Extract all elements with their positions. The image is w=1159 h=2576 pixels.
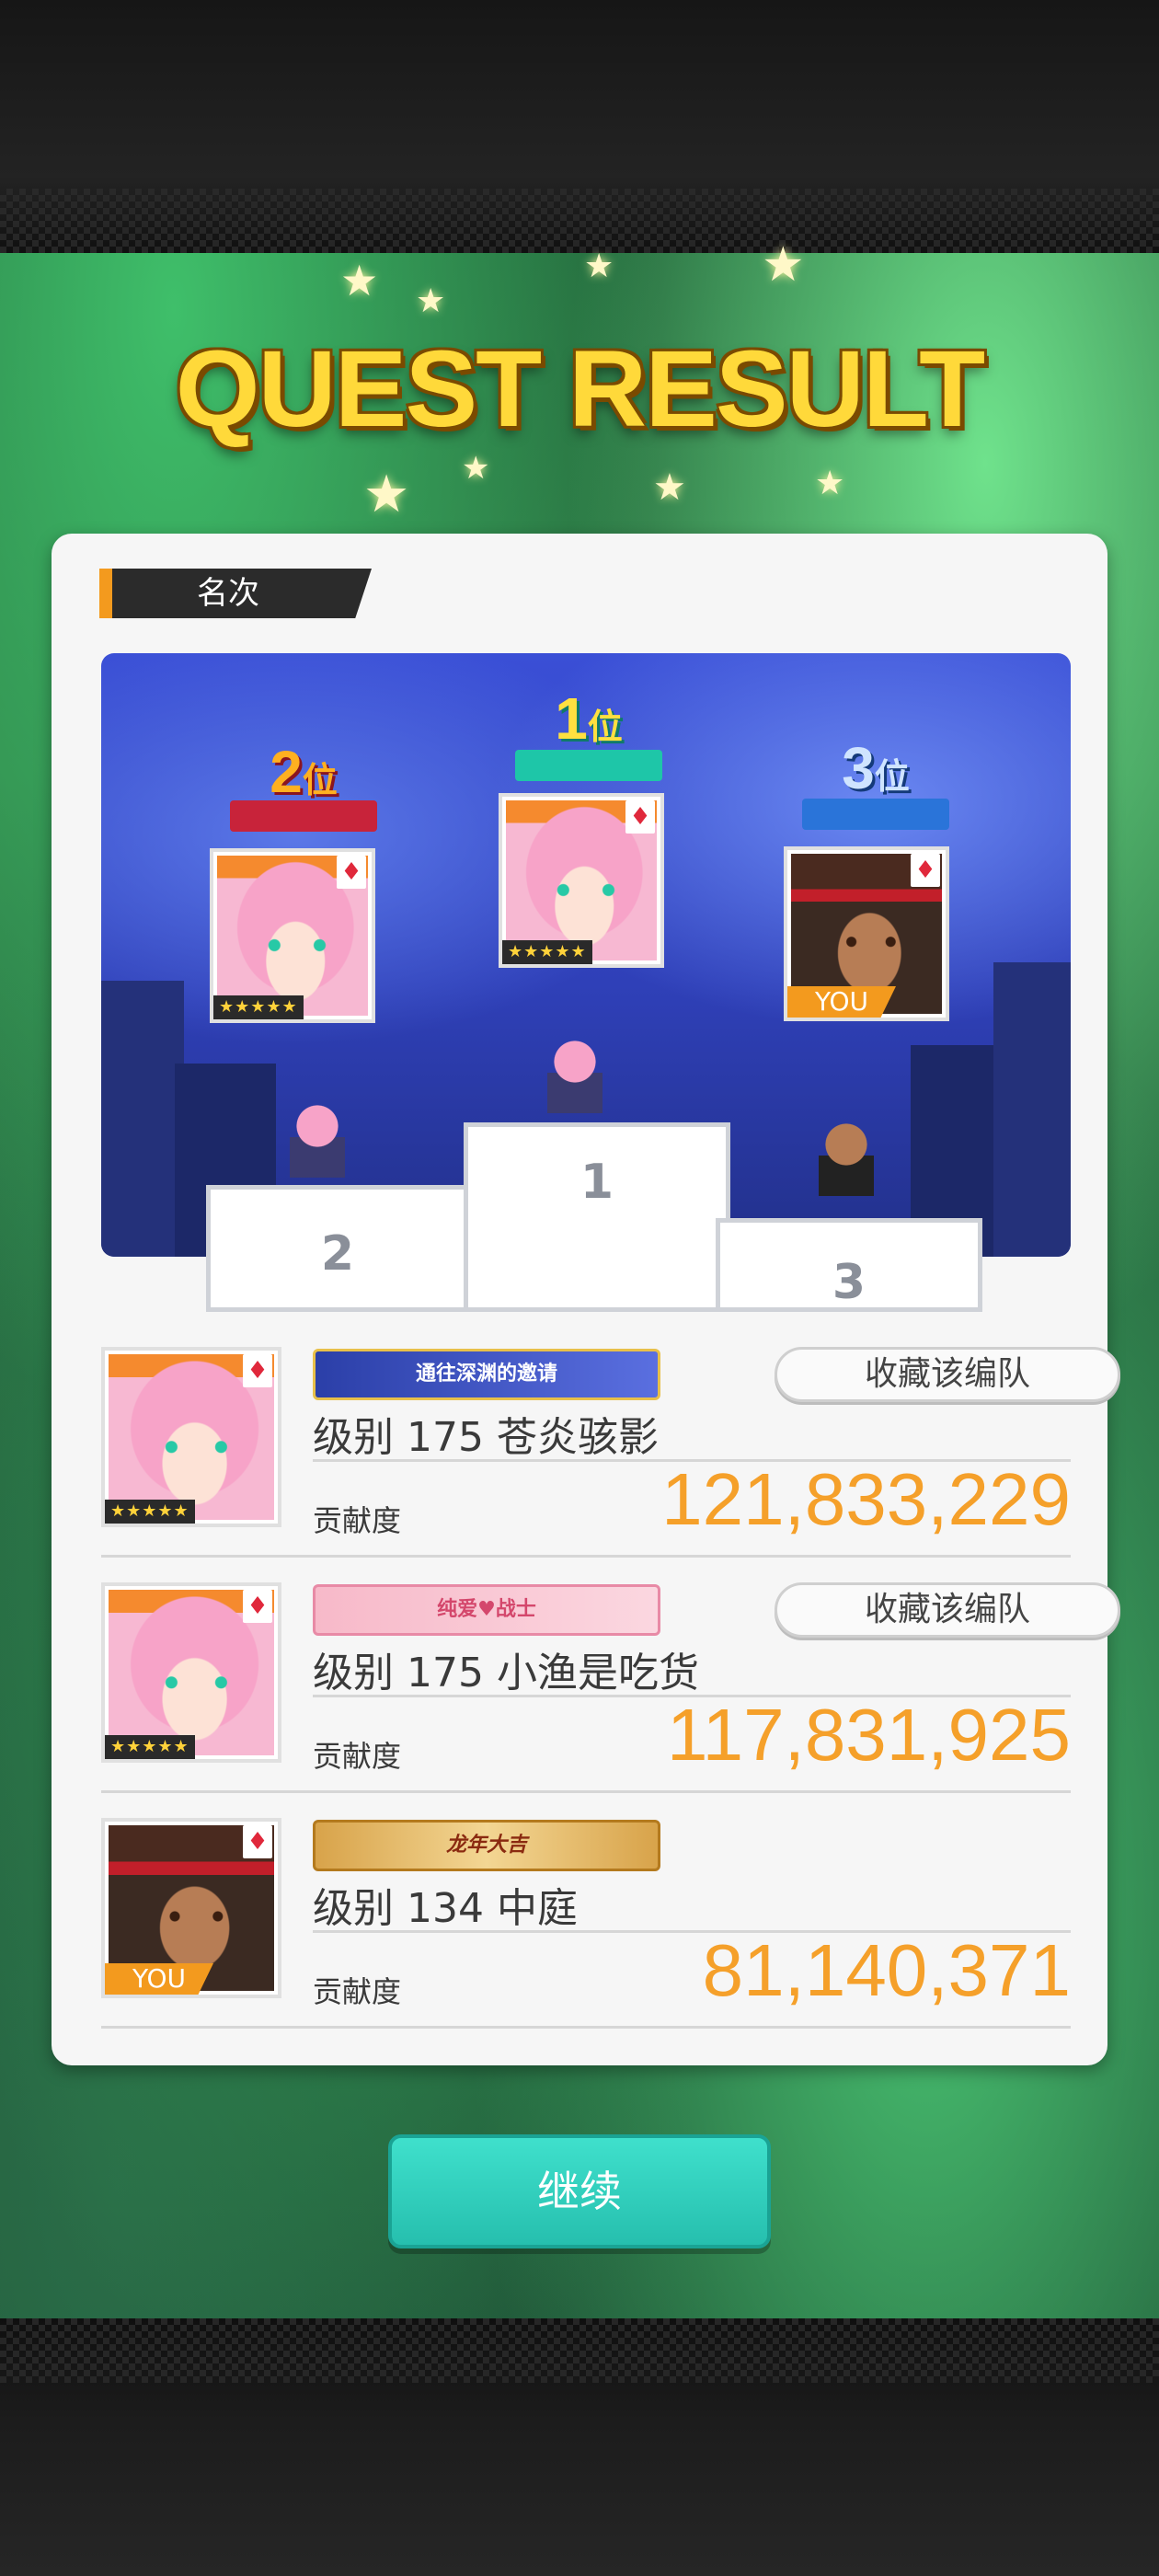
title-badge: 通往深渊的邀请 [313, 1349, 660, 1400]
rarity-stars: ★★★★★ [105, 1500, 195, 1524]
diamond-suit-icon: ♦ [243, 1590, 272, 1623]
continue-button[interactable]: 继续 [388, 2134, 771, 2248]
podium-card-1: ♦ ★★★★★ [499, 793, 664, 968]
rarity-stars: ★★★★★ [213, 995, 304, 1019]
star-icon: ★ [815, 465, 845, 502]
diamond-suit-icon: ♦ [243, 1354, 272, 1387]
you-badge: YOU [105, 1963, 213, 1995]
star-icon: ★ [762, 237, 805, 293]
rank-number: 2 [270, 739, 303, 805]
podium-card-3: ♦ YOU [784, 846, 949, 1021]
star-icon: ★ [340, 256, 379, 305]
player-card[interactable]: ♦ ★★★★★ [101, 1582, 281, 1763]
player-level-name: 级别 175 小渔是吃货 [313, 1650, 699, 1696]
player-level-name: 级别 175 苍炎骇影 [313, 1414, 659, 1461]
rank-badge-3: 3位 [820, 734, 931, 802]
favorite-team-button[interactable]: 收藏该编队 [775, 1347, 1120, 1402]
star-icon: ★ [363, 465, 410, 524]
star-icon: ★ [416, 282, 446, 320]
contribution-label: 贡献度 [313, 1739, 402, 1774]
player-sprite [819, 1122, 874, 1196]
result-row: ♦ YOU 龙年大吉 级别 134 中庭 贡献度 81,140,371 [101, 1818, 1071, 2030]
player-sprite [547, 1040, 602, 1113]
ribbon-3 [802, 799, 949, 830]
result-row: ♦ ★★★★★ 通往深渊的邀请 收藏该编队 级别 175 苍炎骇影 贡献度 12… [101, 1347, 1120, 1558]
rarity-stars: ★★★★★ [502, 940, 592, 964]
diamond-suit-icon: ♦ [911, 854, 940, 887]
rank-badge-1: 1位 [534, 684, 644, 753]
diamond-suit-icon: ♦ [625, 800, 655, 834]
player-card[interactable]: ♦ ★★★★★ [101, 1347, 281, 1527]
building [993, 962, 1071, 1257]
contribution-value: 121,833,229 [661, 1458, 1071, 1540]
podium-card-2: ♦ ★★★★★ [210, 848, 375, 1023]
page-title: QUEST RESULT [175, 328, 986, 450]
podium-block-3: 3 [716, 1218, 982, 1312]
podium-block-1: 1 [464, 1122, 730, 1312]
divider [101, 1790, 1071, 1793]
star-icon: ★ [584, 247, 614, 285]
result-panel: 名次 2位 ♦ ★★★★★ 1位 ♦ ★★★★★ 3位 ♦ YOU 2 1 3 … [52, 534, 1120, 2065]
player-level-name: 级别 134 中庭 [313, 1885, 578, 1932]
contribution-label: 贡献度 [313, 1974, 402, 2009]
favorite-team-button[interactable]: 收藏该编队 [775, 1582, 1120, 1638]
title-badge: 纯爱♥战士 [313, 1584, 660, 1636]
contribution-label: 贡献度 [313, 1503, 402, 1538]
bottom-band [0, 2318, 1159, 2576]
result-row: ♦ ★★★★★ 纯爱♥战士 收藏该编队 级别 175 小渔是吃货 贡献度 117… [101, 1582, 1120, 1794]
contribution-value: 117,831,925 [667, 1694, 1071, 1776]
section-tab: 名次 [99, 569, 372, 618]
contribution-value: 81,140,371 [702, 1929, 1071, 2011]
title-badge: 龙年大吉 [313, 1820, 660, 1871]
rank-suffix: 位 [874, 758, 910, 797]
star-icon: ★ [653, 466, 686, 509]
divider [101, 2026, 1071, 2029]
rank-suffix: 位 [587, 708, 623, 747]
rank-number: 3 [842, 735, 875, 801]
top-band [0, 0, 1159, 253]
star-icon: ★ [462, 450, 490, 487]
rank-suffix: 位 [302, 762, 338, 800]
you-badge: YOU [787, 986, 896, 1018]
rarity-stars: ★★★★★ [105, 1735, 195, 1759]
divider [101, 1555, 1071, 1558]
building [101, 981, 184, 1257]
diamond-suit-icon: ♦ [243, 1825, 272, 1858]
ribbon-1 [515, 750, 662, 781]
podium-block-2: 2 [206, 1185, 469, 1312]
rank-badge-2: 2位 [248, 738, 359, 806]
player-card[interactable]: ♦ YOU [101, 1818, 281, 1998]
diamond-suit-icon: ♦ [337, 856, 366, 889]
section-label: 名次 [197, 575, 259, 612]
rank-number: 1 [555, 685, 588, 752]
player-sprite [290, 1104, 345, 1178]
